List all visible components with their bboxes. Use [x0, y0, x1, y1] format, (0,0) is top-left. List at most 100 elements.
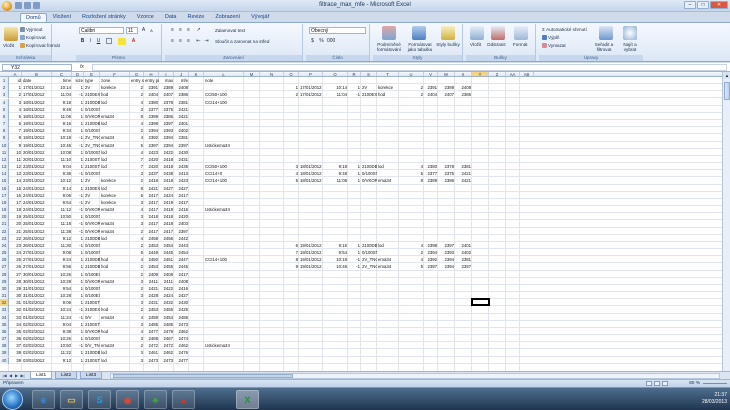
cell[interactable]: 9:54 [52, 285, 72, 292]
cell[interactable]: 1 [72, 263, 84, 270]
cell[interactable]: 2485 [144, 321, 159, 328]
align-middle-icon[interactable]: ≡ [177, 27, 184, 34]
cell[interactable]: 27/01/2012 [22, 256, 52, 263]
filtered-cell[interactable]: 2375 [438, 170, 455, 177]
cell[interactable]: -1 [72, 192, 84, 199]
cell[interactable]: 1 [72, 357, 84, 364]
cell[interactable]: 0/100ST [84, 149, 100, 156]
filtered-cell[interactable]: 2394 [438, 256, 455, 263]
row-header[interactable]: 22 [0, 227, 9, 235]
cell[interactable]: CCI14+100 [204, 177, 264, 184]
cell[interactable]: 2417 [174, 271, 189, 278]
cell[interactable]: 2451 [159, 256, 174, 263]
zoom-slider[interactable] [703, 383, 727, 384]
cell[interactable]: korekce [100, 177, 130, 184]
cell[interactable] [100, 242, 130, 249]
cell[interactable]: 7 [9, 127, 22, 134]
cell[interactable]: 4 [130, 328, 144, 335]
cell[interactable]: 2397 [144, 142, 159, 149]
cell[interactable]: 20/01/2012 [22, 149, 52, 156]
cell[interactable]: hod [100, 328, 130, 335]
row-header[interactable]: 36 [0, 327, 9, 335]
cell[interactable]: 2V [84, 199, 100, 206]
cell[interactable]: 2417 [174, 199, 189, 206]
filtered-cell[interactable]: 2397 [424, 263, 438, 270]
cell[interactable]: 11:12 [52, 206, 72, 213]
cell[interactable]: 11:06 [52, 113, 72, 120]
cell[interactable]: 17/01/2012 [22, 91, 52, 98]
cell[interactable]: 0/VKOR [84, 278, 100, 285]
cell[interactable] [204, 199, 264, 206]
cell[interactable]: 16 [9, 192, 22, 199]
cell[interactable]: note [204, 77, 264, 84]
cell[interactable]: 24 [9, 249, 22, 256]
orientation-icon[interactable]: ↗ [195, 27, 202, 34]
cell[interactable]: 18/01/2012 [22, 99, 52, 106]
cell[interactable] [204, 242, 264, 249]
filtered-cell[interactable]: 2378 [438, 163, 455, 170]
filtered-cell[interactable]: lod [377, 242, 399, 249]
selected-cell[interactable] [471, 298, 490, 307]
cell[interactable]: 2424 [159, 292, 174, 299]
cell[interactable]: hod [100, 256, 130, 263]
cell[interactable]: 11:04 [52, 91, 72, 98]
cell[interactable]: 0/V_TNG [84, 342, 100, 349]
cell[interactable]: 2424 [159, 192, 174, 199]
cell[interactable]: 2416 [174, 206, 189, 213]
filtered-cell[interactable]: korekce [377, 84, 399, 91]
cell[interactable]: 29 [9, 285, 22, 292]
cell[interactable]: 0/100ST [84, 213, 100, 220]
cell[interactable]: 10:46 [52, 142, 72, 149]
cell[interactable]: 2 [130, 271, 144, 278]
cell[interactable]: 2430 [174, 149, 189, 156]
cell[interactable]: 2419 [159, 199, 174, 206]
cell[interactable]: 2427 [174, 292, 189, 299]
cell[interactable]: 4 [130, 120, 144, 127]
fill-color-icon[interactable] [118, 38, 126, 45]
tab-1[interactable]: Domů [20, 13, 47, 22]
taskbar-app-icon[interactable]: ▭ [60, 390, 83, 409]
row-header[interactable]: 2 [0, 84, 9, 92]
cell[interactable]: 1 [72, 177, 84, 184]
cell[interactable] [100, 271, 130, 278]
cell[interactable]: 5 [130, 192, 144, 199]
cell[interactable]: 3 [130, 335, 144, 342]
cell[interactable]: 2420 [144, 156, 159, 163]
tab-3[interactable]: Rozložení stránky [77, 13, 131, 22]
cell[interactable]: 8 [9, 134, 22, 141]
cell[interactable]: 2418 [159, 220, 174, 227]
taskbar-app-icon[interactable]: e [32, 390, 55, 409]
cell[interactable]: 2427 [159, 185, 174, 192]
font-size-select[interactable]: 11 [126, 27, 138, 34]
cell[interactable]: 2472 [159, 342, 174, 349]
cell[interactable]: 02/02/2012 [22, 342, 52, 349]
cell[interactable]: 02/02/2012 [22, 321, 52, 328]
cell[interactable] [204, 213, 264, 220]
cell[interactable]: 2417 [144, 206, 159, 213]
cell[interactable] [204, 328, 264, 335]
cell[interactable]: 0/VKOR [84, 113, 100, 120]
row-header[interactable]: 20 [0, 213, 9, 221]
cell[interactable]: 2389 [144, 113, 159, 120]
row-header[interactable]: 25 [0, 249, 9, 257]
filtered-cell[interactable]: 19/01/2012 [299, 263, 323, 270]
row-header[interactable]: 38 [0, 342, 9, 350]
cell[interactable]: 2485 [174, 314, 189, 321]
cell[interactable]: 2408 [174, 84, 189, 91]
filtered-cell[interactable]: 4 [399, 256, 424, 263]
filtered-cell[interactable]: 17/01/2012 [299, 84, 323, 91]
spreadsheet-grid[interactable]: 1iddatetimesizetypezoneentry sizeentry p… [0, 77, 722, 371]
cell[interactable]: 2100DB [84, 99, 100, 106]
cell[interactable]: ema34 [100, 342, 130, 349]
cell[interactable]: 2417 [144, 199, 159, 206]
cell[interactable]: 3 [130, 292, 144, 299]
cell[interactable]: 1 [72, 328, 84, 335]
taskbar-app-icon[interactable]: ♣ [144, 390, 167, 409]
cell[interactable]: max [159, 77, 174, 84]
cell[interactable]: 11:38 [52, 228, 72, 235]
cell[interactable]: 4 [130, 314, 144, 321]
cell[interactable]: 9:16 [52, 120, 72, 127]
cell[interactable]: 1 [72, 127, 84, 134]
cell[interactable]: -1 [72, 314, 84, 321]
cell[interactable]: 1 [72, 271, 84, 278]
